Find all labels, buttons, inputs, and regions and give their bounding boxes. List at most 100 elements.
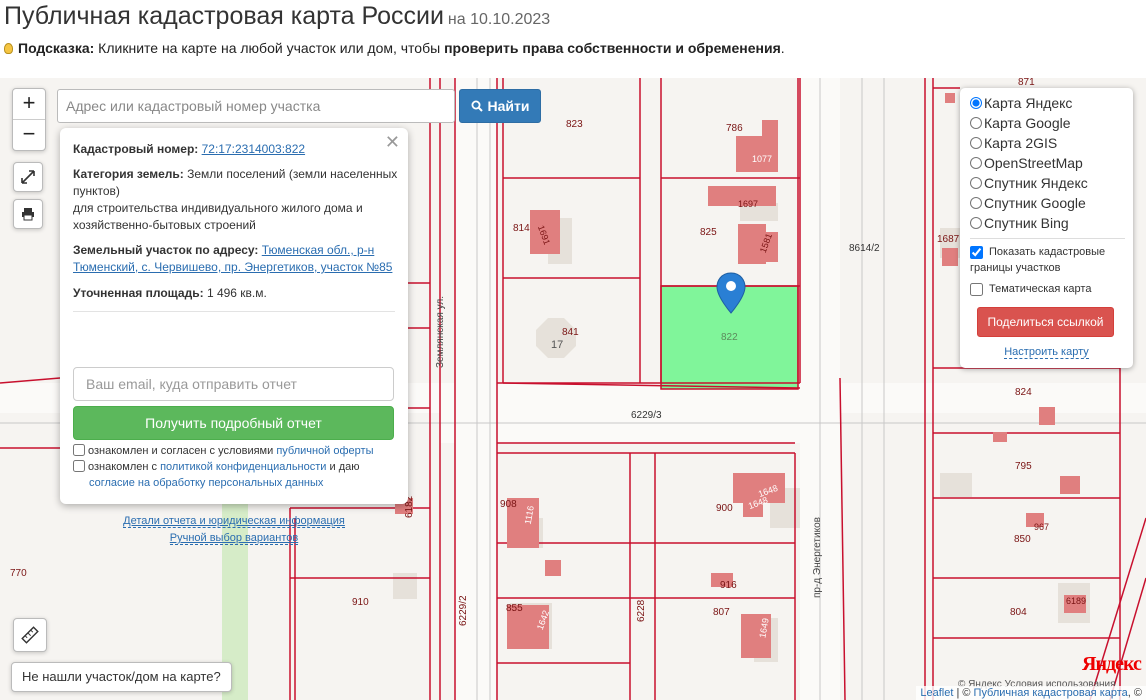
privacy-policy-link[interactable]: политикой конфиденциальности bbox=[160, 461, 326, 473]
layer-option-label: Карта Яндекс bbox=[984, 95, 1073, 111]
layer-option-label: Спутник Bing bbox=[984, 215, 1069, 231]
plot-label: 825 bbox=[700, 227, 717, 238]
layer-radio[interactable] bbox=[970, 197, 982, 209]
layer-radio[interactable] bbox=[970, 217, 982, 229]
street-label-energetikov: пр-д Энергетиков bbox=[812, 517, 823, 598]
email-field[interactable] bbox=[73, 367, 394, 401]
land-category-row: Категория земель: Земли поселений (земли… bbox=[73, 166, 399, 234]
expand-icon bbox=[21, 170, 35, 184]
share-link-button[interactable]: Поделиться ссылкой bbox=[977, 307, 1114, 337]
thematic-option[interactable]: Тематическая карта bbox=[970, 281, 1130, 297]
layers-panel: Карта Яндекс Карта Google Карта 2GIS Ope… bbox=[960, 88, 1133, 368]
hint-line: Подсказка: Кликните на карте на любой уч… bbox=[4, 40, 785, 56]
building-label: 1697 bbox=[738, 199, 759, 209]
print-button[interactable] bbox=[13, 199, 43, 229]
yandex-logo: Яндекс bbox=[1082, 653, 1142, 675]
land-category-label: Категория земель: bbox=[73, 167, 184, 181]
plot-label: 908 bbox=[500, 499, 517, 510]
street-label-6228: 6228 bbox=[636, 599, 647, 622]
show-borders-checkbox[interactable] bbox=[970, 246, 983, 259]
layer-option-label: OpenStreetMap bbox=[984, 155, 1083, 171]
report-details-link[interactable]: Детали отчета и юридическая информация bbox=[123, 515, 345, 528]
plot-label: 824 bbox=[1015, 387, 1032, 398]
land-use-value: для строительства индивидуального жилого… bbox=[73, 201, 363, 232]
page-title: Публичная кадастровая карта России на 10.… bbox=[4, 2, 551, 30]
building-label: 1077 bbox=[752, 154, 773, 164]
consent-offer-row: ознакомлен и согласен с условиями публич… bbox=[73, 443, 399, 459]
measure-button[interactable] bbox=[13, 618, 47, 652]
search-input[interactable] bbox=[57, 89, 455, 123]
plot-label: 967 bbox=[1034, 522, 1050, 532]
consent-offer-text: ознакомлен и согласен с условиями bbox=[88, 445, 277, 457]
setup-map-link[interactable]: Настроить карту bbox=[1004, 346, 1089, 359]
plot-label: 795 bbox=[1015, 461, 1032, 472]
plot-label: 900 bbox=[716, 503, 733, 514]
print-icon bbox=[22, 208, 34, 221]
layer-option-label: Спутник Яндекс bbox=[984, 175, 1088, 191]
address-row: Земельный участок по адресу: Тюменская о… bbox=[73, 242, 399, 276]
hint-text: Кликните на карте на любой участок или д… bbox=[94, 40, 445, 56]
zoom-in-button[interactable]: + bbox=[13, 89, 45, 119]
layer-radio[interactable] bbox=[970, 97, 982, 109]
layer-radio[interactable] bbox=[970, 177, 982, 189]
consent-privacy-mid: и даю bbox=[326, 461, 360, 473]
zoom-out-button[interactable]: − bbox=[13, 119, 45, 150]
layer-option[interactable]: Спутник Google bbox=[970, 195, 1086, 211]
search-button[interactable]: Найти bbox=[459, 89, 541, 123]
hint-label: Подсказка: bbox=[18, 40, 95, 56]
layer-radio[interactable] bbox=[970, 137, 982, 149]
get-report-button[interactable]: Получить подробный отчет bbox=[73, 406, 394, 440]
popup-divider bbox=[73, 311, 395, 312]
setup-map-row: Настроить карту bbox=[960, 346, 1133, 359]
plot-label: 6229/3 bbox=[631, 410, 662, 421]
layer-radio[interactable] bbox=[970, 157, 982, 169]
source-link[interactable]: Публичная кадастровая карта bbox=[974, 687, 1128, 699]
search-icon bbox=[471, 100, 483, 112]
layer-option[interactable]: Карта Яндекс bbox=[970, 95, 1072, 111]
manual-selection-link[interactable]: Ручной выбор вариантов bbox=[169, 532, 299, 545]
thematic-checkbox[interactable] bbox=[970, 283, 983, 296]
fullscreen-button[interactable] bbox=[13, 162, 43, 192]
layer-option[interactable]: Спутник Bing bbox=[970, 215, 1069, 231]
details-row: Детали отчета и юридическая информация bbox=[73, 512, 395, 530]
public-offer-link[interactable]: публичной оферты bbox=[276, 445, 373, 457]
cadastral-number-label: Кадастровый номер: bbox=[73, 142, 199, 156]
plot-label: 804 bbox=[1010, 607, 1027, 618]
plot-label: 910 bbox=[352, 597, 369, 608]
consent-privacy-checkbox[interactable] bbox=[73, 460, 85, 472]
layer-option[interactable]: Спутник Яндекс bbox=[970, 175, 1088, 191]
address-label: Земельный участок по адресу: bbox=[73, 243, 259, 257]
plot-label: 814 bbox=[513, 223, 530, 234]
consent-privacy-text: ознакомлен с bbox=[88, 461, 161, 473]
leaflet-link[interactable]: Leaflet bbox=[920, 687, 953, 699]
plot-label: 850 bbox=[1014, 534, 1031, 545]
not-found-button[interactable]: Не нашли участок/дом на карте? bbox=[11, 662, 232, 692]
map-canvas[interactable]: 871 823 786 814 825 8614/2 1687 841 17 8… bbox=[0, 78, 1146, 700]
attribution-sep: | © bbox=[953, 687, 974, 699]
layer-option[interactable]: Карта Google bbox=[970, 115, 1071, 131]
cadastral-number-row: Кадастровый номер: 72:17:2314003:822 bbox=[73, 141, 399, 158]
consent-offer-checkbox[interactable] bbox=[73, 444, 85, 456]
thematic-label: Тематическая карта bbox=[989, 283, 1092, 295]
manual-row: Ручной выбор вариантов bbox=[73, 529, 395, 547]
hint-end: . bbox=[780, 40, 785, 56]
map-attribution: Leaflet | © Публичная кадастровая карта,… bbox=[916, 686, 1146, 700]
layer-radio[interactable] bbox=[970, 117, 982, 129]
layer-option-label: Карта 2GIS bbox=[984, 135, 1058, 151]
ruler-icon bbox=[21, 626, 39, 644]
attribution-tail: , © bbox=[1127, 687, 1142, 699]
layer-option[interactable]: Карта 2GIS bbox=[970, 135, 1057, 151]
show-borders-option[interactable]: Показать кадастровые границы участков bbox=[970, 244, 1130, 276]
plot-label: 841 bbox=[562, 327, 579, 338]
layers-divider bbox=[970, 238, 1125, 239]
layer-option-label: Спутник Google bbox=[984, 195, 1086, 211]
consent-privacy-row: ознакомлен с политикой конфиденциальност… bbox=[73, 459, 399, 491]
plot-label: 1687 bbox=[937, 234, 960, 245]
layer-option[interactable]: OpenStreetMap bbox=[970, 155, 1083, 171]
cadastral-number-link[interactable]: 72:17:2314003:822 bbox=[202, 142, 305, 156]
plot-label: 855 bbox=[506, 603, 523, 614]
search-button-label: Найти bbox=[487, 98, 530, 114]
personal-data-consent-link[interactable]: согласие на обработку персональных данны… bbox=[89, 477, 323, 489]
plot-label: 822 bbox=[721, 332, 738, 343]
show-borders-label: Показать кадастровые границы участков bbox=[970, 246, 1106, 274]
